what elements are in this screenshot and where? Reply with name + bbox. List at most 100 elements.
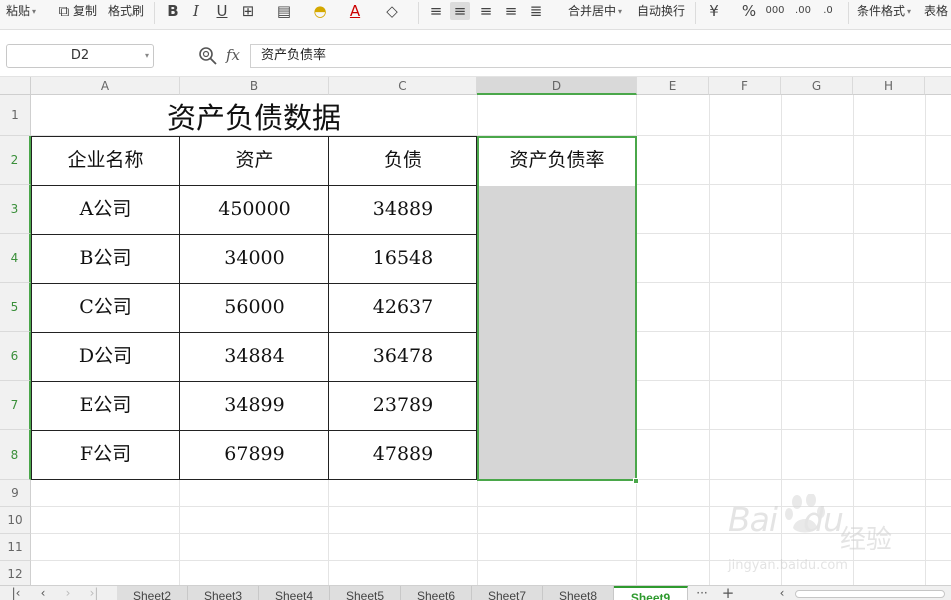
last-sheet-icon[interactable]: ›| xyxy=(84,586,104,600)
select-all-corner[interactable] xyxy=(0,77,31,95)
cell-company[interactable]: F公司 xyxy=(31,430,180,479)
cell-company[interactable]: C公司 xyxy=(31,283,180,332)
sheet-tab[interactable]: Sheet4 xyxy=(259,586,330,600)
distributed-align-icon[interactable]: ≣ xyxy=(526,2,546,20)
cell-assets[interactable]: 56000 xyxy=(180,283,329,332)
header-cell-company[interactable]: 企业名称 xyxy=(31,136,180,185)
next-sheet-icon[interactable]: › xyxy=(58,586,78,600)
watermark-brand: Bai du xyxy=(728,500,844,539)
copy-button[interactable]: 复制 xyxy=(73,0,97,24)
italic-icon[interactable]: I xyxy=(186,2,206,20)
column-header-h[interactable]: H xyxy=(853,77,925,95)
cell-selection-range[interactable] xyxy=(477,136,637,481)
cell-liabilities[interactable]: 34889 xyxy=(329,185,477,234)
align-left-icon[interactable]: ≡ xyxy=(426,2,446,20)
cell-assets[interactable]: 450000 xyxy=(180,185,329,234)
sheet-tabs-bar: |‹ ‹ › ›| Sheet2 Sheet3 Sheet4 Sheet5 Sh… xyxy=(0,585,951,600)
clear-format-icon[interactable]: ◇ xyxy=(382,2,402,20)
first-sheet-icon[interactable]: |‹ xyxy=(6,586,26,600)
row-header-8[interactable]: 8 xyxy=(0,430,31,480)
toolbar-divider xyxy=(154,2,155,24)
cell-company[interactable]: D公司 xyxy=(31,332,180,381)
row-header-7[interactable]: 7 xyxy=(0,381,31,430)
sheet-tab[interactable]: Sheet3 xyxy=(188,586,259,600)
cell-liabilities[interactable]: 16548 xyxy=(329,234,477,283)
watermark-cn: 经验 xyxy=(840,525,893,555)
row-header-6[interactable]: 6 xyxy=(0,332,31,381)
formula-input[interactable]: 资产负债率 xyxy=(250,44,951,68)
row-header-4[interactable]: 4 xyxy=(0,234,31,283)
percent-icon[interactable]: % xyxy=(739,2,759,20)
horizontal-scrollbar[interactable] xyxy=(795,590,945,598)
conditional-format-label: 条件格式 xyxy=(857,4,906,18)
chevron-down-icon: ▾ xyxy=(144,51,149,60)
header-cell-liabilities[interactable]: 负债 xyxy=(329,136,477,185)
underline-icon[interactable]: U xyxy=(212,2,232,20)
sheet-title-cell[interactable]: 资产负债数据 xyxy=(31,96,477,137)
cell-company[interactable]: B公司 xyxy=(31,234,180,283)
cell-assets[interactable]: 67899 xyxy=(180,430,329,479)
column-header-b[interactable]: B xyxy=(180,77,329,95)
row-header-12[interactable]: 12 xyxy=(0,561,31,585)
gridline xyxy=(637,429,951,430)
prev-sheet-icon[interactable]: ‹ xyxy=(33,586,53,600)
cell-assets[interactable]: 34884 xyxy=(180,332,329,381)
increase-decimal-icon[interactable]: .00 xyxy=(793,2,813,20)
add-sheet-icon[interactable]: + xyxy=(718,586,738,600)
cell-liabilities[interactable]: 42637 xyxy=(329,283,477,332)
row-header-1[interactable]: 1 xyxy=(0,95,31,136)
gridline xyxy=(637,380,951,381)
decrease-decimal-icon[interactable]: .0 xyxy=(818,2,838,20)
column-header-a[interactable]: A xyxy=(31,77,180,95)
column-header-d[interactable]: D xyxy=(477,77,637,95)
column-header-c[interactable]: C xyxy=(329,77,477,95)
cell-style-icon[interactable]: ▤ xyxy=(274,2,294,20)
row-header-5[interactable]: 5 xyxy=(0,283,31,332)
fill-color-icon[interactable]: ◓ xyxy=(310,2,330,20)
bold-icon[interactable]: B xyxy=(163,2,183,20)
format-painter-button[interactable]: 格式刷 xyxy=(108,0,144,24)
cell-company[interactable]: A公司 xyxy=(31,185,180,234)
paste-button[interactable]: 粘贴 ▾ xyxy=(6,0,36,24)
function-icon[interactable]: fx xyxy=(226,46,240,64)
font-color-icon[interactable]: A xyxy=(345,2,365,20)
row-header-9[interactable]: 9 xyxy=(0,480,31,507)
sheet-tab[interactable]: Sheet6 xyxy=(401,586,472,600)
sheet-tab[interactable]: Sheet7 xyxy=(472,586,543,600)
column-header-g[interactable]: G xyxy=(781,77,853,95)
header-cell-assets[interactable]: 资产 xyxy=(180,136,329,185)
justify-icon[interactable]: ≡ xyxy=(501,2,521,20)
zoom-icon[interactable] xyxy=(198,46,218,66)
currency-icon[interactable]: ¥ xyxy=(704,2,724,20)
row-header-3[interactable]: 3 xyxy=(0,185,31,234)
cell-liabilities[interactable]: 23789 xyxy=(329,381,477,430)
sheet-tab[interactable]: Sheet2 xyxy=(117,586,188,600)
align-center-icon[interactable]: ≡ xyxy=(450,2,470,20)
sheet-tab[interactable]: Sheet8 xyxy=(543,586,614,600)
table-style-button[interactable]: 表格 xyxy=(924,0,948,24)
sheet-tab-active[interactable]: Sheet9 xyxy=(614,586,688,600)
merge-center-button[interactable]: 合并居中 ▾ xyxy=(568,0,622,24)
cell-liabilities[interactable]: 36478 xyxy=(329,332,477,381)
column-header-e[interactable]: E xyxy=(637,77,709,95)
borders-icon[interactable]: ⊞ xyxy=(238,2,258,20)
align-right-icon[interactable]: ≡ xyxy=(476,2,496,20)
wrap-text-button[interactable]: 自动换行 xyxy=(637,0,685,24)
scroll-left-icon[interactable]: ‹ xyxy=(772,586,792,600)
row-header-11[interactable]: 11 xyxy=(0,534,31,561)
thousands-separator-icon[interactable]: 000 xyxy=(765,2,785,20)
formula-bar: D2 ▾ fx 资产负债率 xyxy=(0,30,951,77)
column-header-i[interactable] xyxy=(925,77,951,95)
cell-assets[interactable]: 34000 xyxy=(180,234,329,283)
conditional-format-button[interactable]: 条件格式 ▾ xyxy=(857,0,911,24)
cell-company[interactable]: E公司 xyxy=(31,381,180,430)
row-header-2[interactable]: 2 xyxy=(0,136,31,185)
column-header-f[interactable]: F xyxy=(709,77,781,95)
sheet-tab[interactable]: Sheet5 xyxy=(330,586,401,600)
cell-liabilities[interactable]: 47889 xyxy=(329,430,477,479)
fill-handle[interactable] xyxy=(633,478,639,484)
cell-assets[interactable]: 34899 xyxy=(180,381,329,430)
more-sheets-icon[interactable]: ··· xyxy=(692,586,712,600)
name-box[interactable]: D2 ▾ xyxy=(6,44,154,68)
row-header-10[interactable]: 10 xyxy=(0,507,31,534)
